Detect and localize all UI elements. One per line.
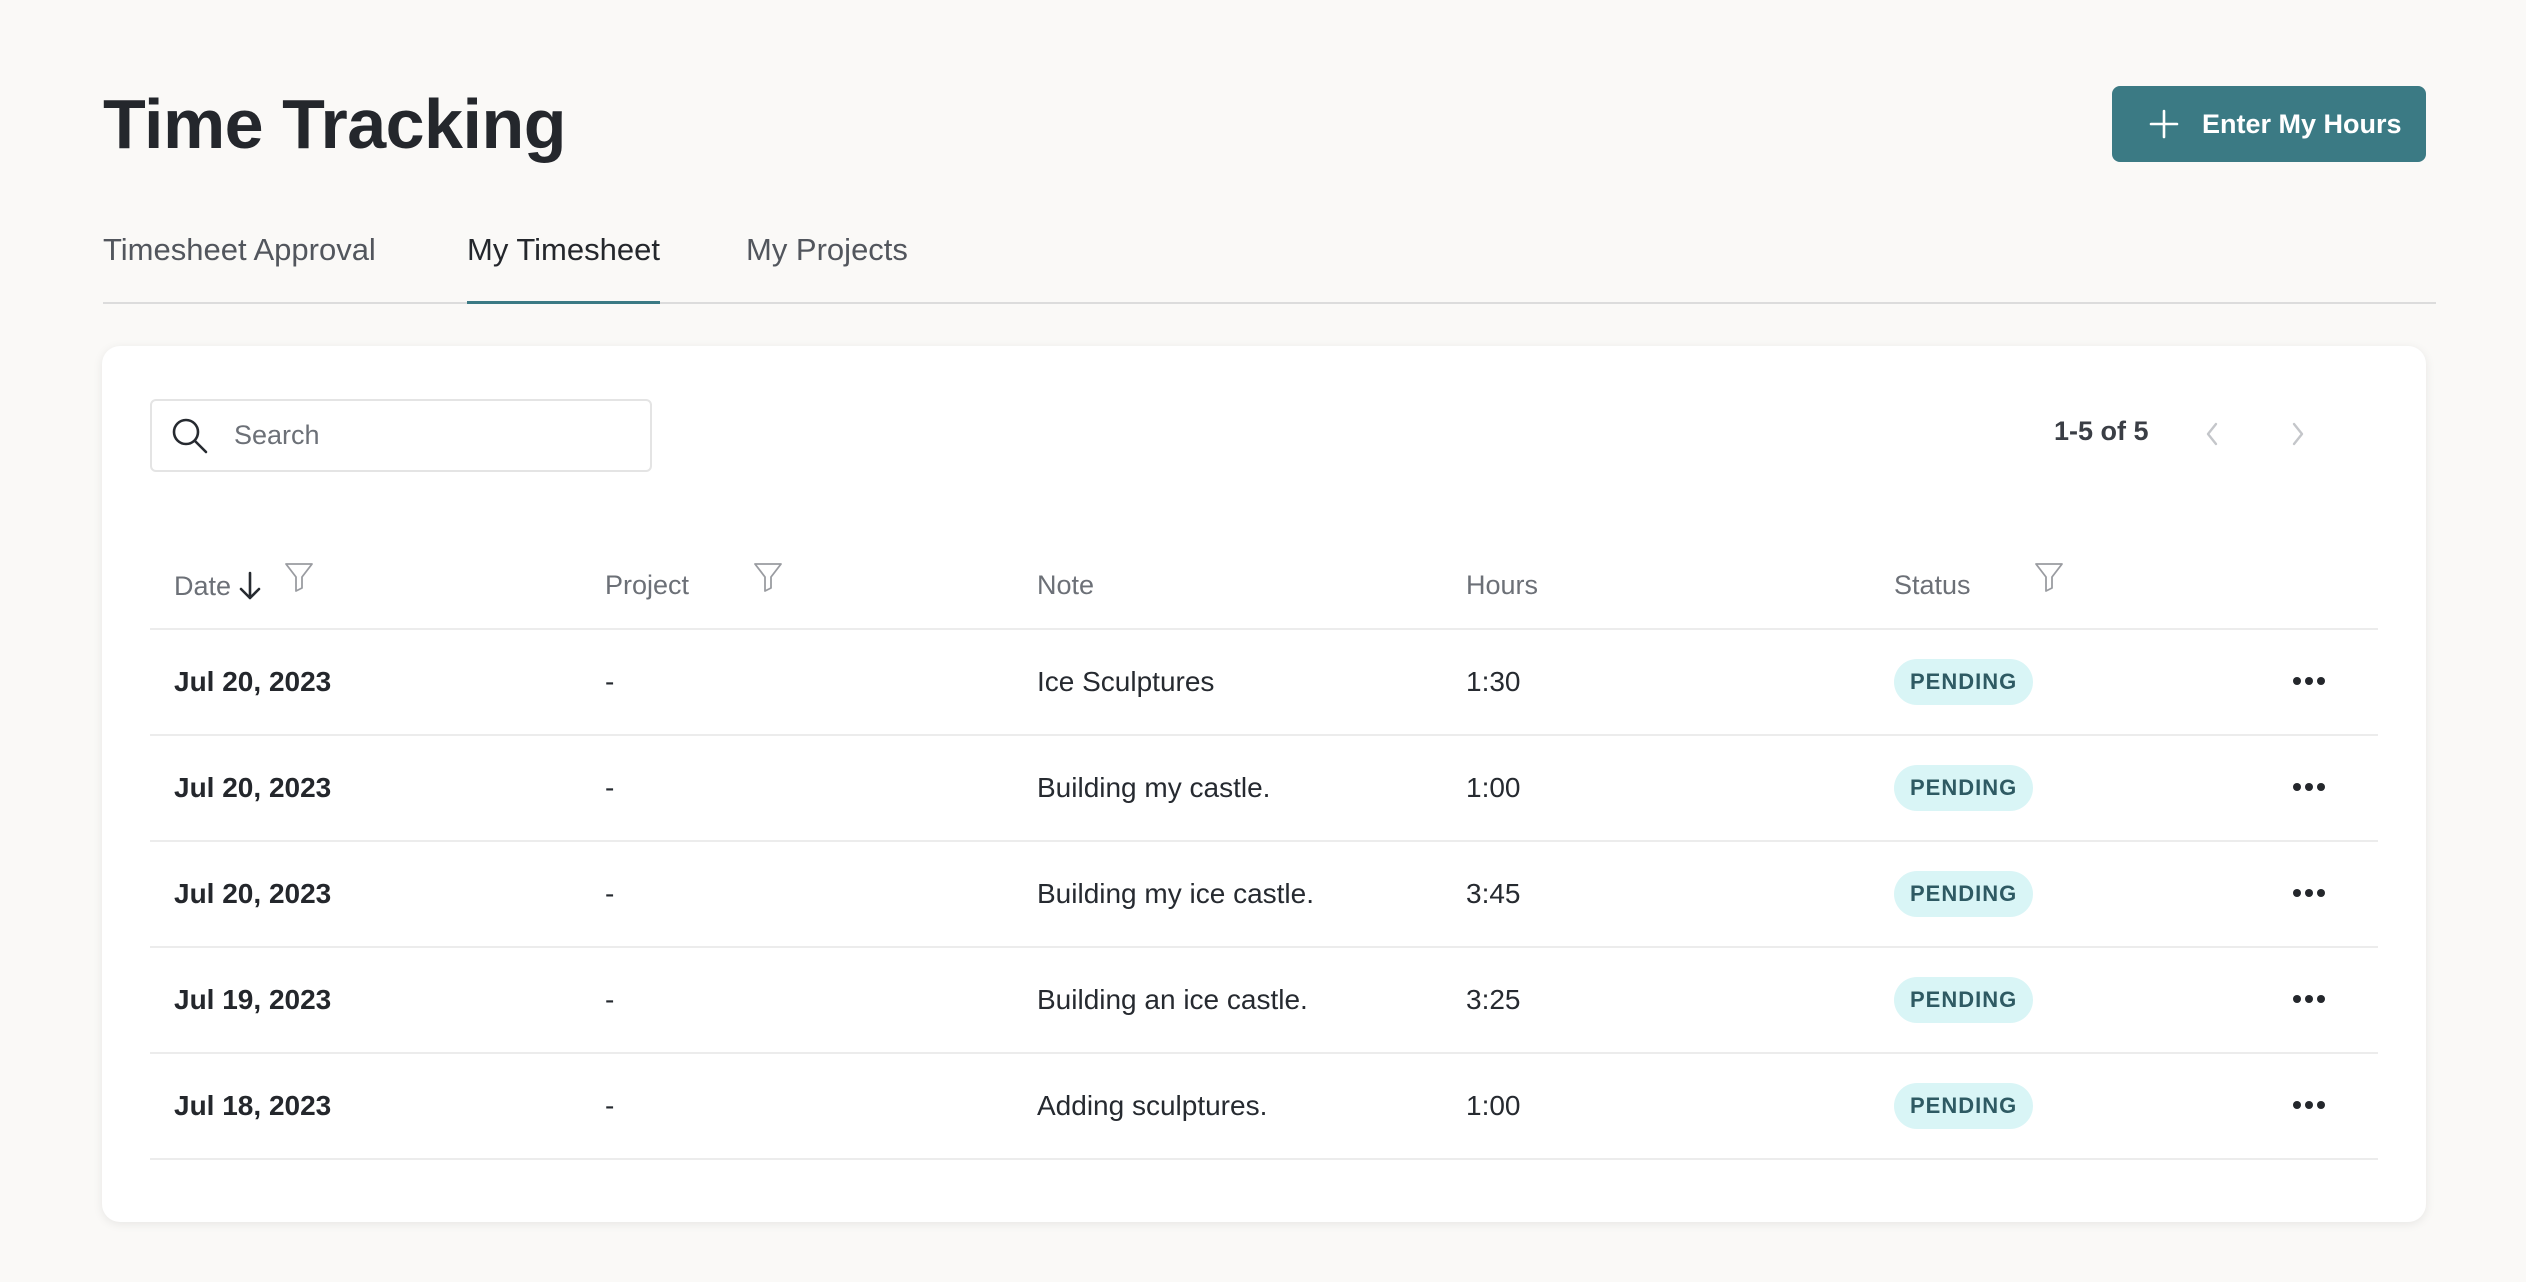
more-horizontal-icon[interactable] xyxy=(2292,670,2326,692)
search-input[interactable] xyxy=(234,420,650,451)
column-header-hours: Hours xyxy=(1466,570,1539,600)
row-date: Jul 20, 2023 xyxy=(174,666,332,697)
more-horizontal-icon[interactable] xyxy=(2292,1094,2326,1116)
row-status: PENDING xyxy=(1894,1054,2034,1158)
more-horizontal-icon[interactable] xyxy=(2292,882,2326,904)
row-note: Building my castle. xyxy=(1037,772,1271,803)
row-project: - xyxy=(605,772,615,803)
search-icon xyxy=(170,416,210,456)
more-horizontal-icon[interactable] xyxy=(2292,988,2326,1010)
chevron-right-icon[interactable] xyxy=(2284,418,2312,450)
arrow-down-icon[interactable] xyxy=(237,570,263,602)
row-date: Jul 18, 2023 xyxy=(174,1090,332,1121)
row-status: PENDING xyxy=(1894,842,2034,946)
page: Time Tracking Enter My Hours Timesheet A… xyxy=(0,0,2526,1282)
enter-my-hours-label: Enter My Hours xyxy=(2202,108,2402,139)
row-status: PENDING xyxy=(1894,630,2034,734)
column-header-date-label: Date xyxy=(174,570,232,601)
row-date: Jul 20, 2023 xyxy=(174,878,332,909)
row-hours: 3:25 xyxy=(1466,984,1521,1015)
tab-my-timesheet[interactable]: My Timesheet xyxy=(467,232,660,304)
row-status: PENDING xyxy=(1894,948,2034,1052)
status-badge: PENDING xyxy=(1894,871,2034,917)
row-project: - xyxy=(605,984,615,1015)
search-box[interactable] xyxy=(150,399,652,472)
row-hours: 1:30 xyxy=(1466,666,1521,697)
table-row[interactable]: Jul 20, 2023 - Ice Sculptures 1:30 PENDI… xyxy=(150,630,2378,736)
row-note: Building an ice castle. xyxy=(1037,984,1308,1015)
tab-bar: Timesheet Approval My Timesheet My Proje… xyxy=(103,226,2436,304)
table-row[interactable]: Jul 20, 2023 - Building my castle. 1:00 … xyxy=(150,736,2378,842)
enter-my-hours-button[interactable]: Enter My Hours xyxy=(2112,86,2426,162)
row-note: Adding sculptures. xyxy=(1037,1090,1268,1121)
row-note: Ice Sculptures xyxy=(1037,666,1215,697)
pagination-label: 1-5 of 5 xyxy=(2054,416,2149,446)
page-title: Time Tracking xyxy=(103,85,566,163)
more-horizontal-icon[interactable] xyxy=(2292,776,2326,798)
table-row[interactable]: Jul 18, 2023 - Adding sculptures. 1:00 P… xyxy=(150,1054,2378,1160)
plus-icon xyxy=(2148,108,2180,140)
chevron-left-icon[interactable] xyxy=(2198,418,2226,450)
row-hours: 1:00 xyxy=(1466,1090,1521,1121)
timesheet-card: 1-5 of 5 Date Project xyxy=(102,346,2426,1222)
tab-my-projects[interactable]: My Projects xyxy=(746,232,908,304)
column-header-project: Project xyxy=(605,570,690,600)
table-row[interactable]: Jul 19, 2023 - Building an ice castle. 3… xyxy=(150,948,2378,1054)
row-note: Building my ice castle. xyxy=(1037,878,1315,909)
row-project: - xyxy=(605,878,615,909)
filter-icon[interactable] xyxy=(752,560,784,594)
tab-timesheet-approval[interactable]: Timesheet Approval xyxy=(103,232,376,304)
row-hours: 3:45 xyxy=(1466,878,1521,909)
row-date: Jul 20, 2023 xyxy=(174,772,332,803)
row-project: - xyxy=(605,1090,615,1121)
status-badge: PENDING xyxy=(1894,765,2034,811)
column-header-note: Note xyxy=(1037,570,1095,600)
status-badge: PENDING xyxy=(1894,1083,2034,1129)
column-header-status: Status xyxy=(1894,570,1971,600)
row-date: Jul 19, 2023 xyxy=(174,984,332,1015)
column-header-date[interactable]: Date xyxy=(174,570,263,602)
row-project: - xyxy=(605,666,615,697)
timesheet-table: Date Project Note Hours Status Jul 20, 2… xyxy=(150,526,2378,1160)
table-header: Date Project Note Hours Status xyxy=(150,526,2378,630)
row-status: PENDING xyxy=(1894,736,2034,840)
status-badge: PENDING xyxy=(1894,977,2034,1023)
filter-icon[interactable] xyxy=(283,560,315,594)
filter-icon[interactable] xyxy=(2033,560,2065,594)
row-hours: 1:00 xyxy=(1466,772,1521,803)
status-badge: PENDING xyxy=(1894,659,2034,705)
table-row[interactable]: Jul 20, 2023 - Building my ice castle. 3… xyxy=(150,842,2378,948)
